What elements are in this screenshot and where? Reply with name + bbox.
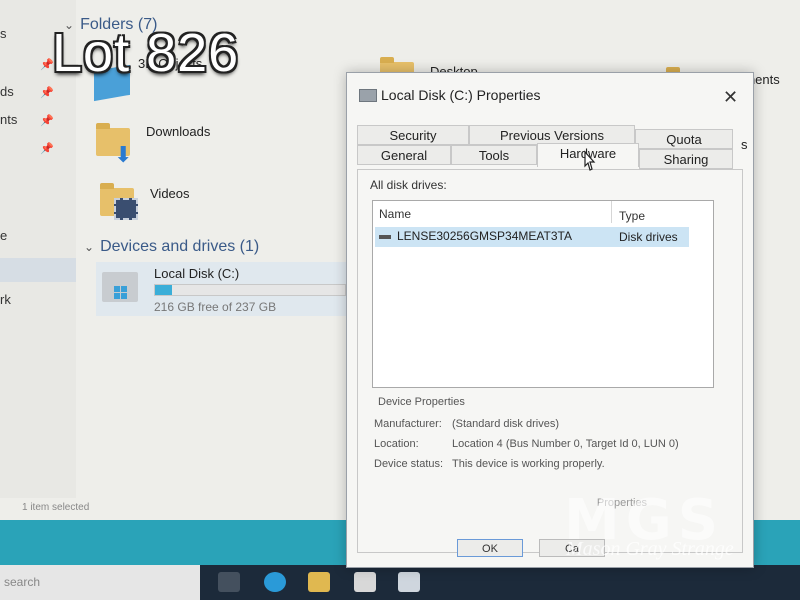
pin-icon[interactable]: 📌 <box>40 114 54 127</box>
tab-fragment: s <box>741 137 748 152</box>
store-icon[interactable] <box>354 572 376 592</box>
tab-quota[interactable]: Quota <box>635 129 733 149</box>
column-separator[interactable] <box>611 201 612 223</box>
ok-button[interactable]: OK <box>457 539 523 557</box>
drive-usage-fill <box>155 285 173 295</box>
nav-item[interactable]: ds <box>0 84 14 99</box>
tab-general[interactable]: General <box>357 145 451 165</box>
close-button[interactable]: ✕ <box>723 87 738 108</box>
pin-icon[interactable]: 📌 <box>40 86 54 99</box>
drive-tile-local-disk[interactable]: Local Disk (C:) 216 GB free of 237 GB <box>96 262 346 316</box>
folder-downloads[interactable]: ⬇ <box>94 118 138 167</box>
manufacturer-label: Manufacturer: <box>374 418 442 430</box>
windows-logo-icon <box>114 286 128 300</box>
drive-name: Local Disk (C:) <box>154 266 240 281</box>
drive-icon <box>359 89 377 102</box>
lot-number-label: Lot 826 <box>52 23 240 83</box>
task-view-icon[interactable] <box>218 572 240 592</box>
search-placeholder: search <box>4 575 41 589</box>
arrow-down-icon: ⬇ <box>114 142 133 167</box>
tab-previous-versions[interactable]: Previous Versions <box>469 125 635 145</box>
film-icon <box>114 198 138 220</box>
tab-security[interactable]: Security <box>357 125 469 145</box>
column-header-type[interactable]: Type <box>619 209 645 223</box>
nav-item-selected[interactable] <box>0 258 76 282</box>
disk-drives-list[interactable]: Name Type LENSE30256GMSP34MEAT3TA Disk d… <box>372 200 714 388</box>
drive-usage-bar <box>154 284 346 296</box>
column-header-name[interactable]: Name <box>379 207 411 221</box>
status-text: 1 item selected <box>22 502 90 513</box>
nav-item[interactable]: rk <box>0 292 11 307</box>
devices-section-header[interactable]: ⌄ Devices and drives (1) <box>84 238 259 256</box>
list-item[interactable]: LENSE30256GMSP34MEAT3TA Disk drives <box>375 227 689 247</box>
nav-item[interactable]: s <box>0 26 7 41</box>
pin-icon[interactable]: 📌 <box>40 142 54 155</box>
drive-free-text: 216 GB free of 237 GB <box>154 300 277 314</box>
folder-label: Videos <box>150 186 190 201</box>
taskbar-search-input[interactable]: search <box>0 565 200 600</box>
drive-type: Disk drives <box>619 230 678 244</box>
manufacturer-value: (Standard disk drives) <box>452 418 559 430</box>
drive-icon <box>102 272 138 302</box>
mail-icon[interactable] <box>398 572 420 592</box>
mouse-cursor-icon <box>584 150 596 171</box>
all-disk-drives-label: All disk drives: <box>370 178 447 192</box>
mgs-logo-subtitle: Mason Gray Strange <box>566 538 734 560</box>
drive-model-name: LENSE30256GMSP34MEAT3TA <box>397 229 572 243</box>
nav-item[interactable]: e <box>0 228 7 243</box>
chevron-down-icon: ⌄ <box>84 240 95 254</box>
location-value: Location 4 (Bus Number 0, Target Id 0, L… <box>452 438 679 450</box>
tab-tools[interactable]: Tools <box>451 145 537 165</box>
dialog-title: Local Disk (C:) Properties <box>381 87 541 103</box>
file-explorer-icon[interactable] <box>308 572 330 592</box>
folder-label: Downloads <box>146 124 211 139</box>
device-status-label: Device status: <box>374 458 444 470</box>
device-status-value: This device is working properly. <box>452 458 605 470</box>
disk-drive-icon <box>379 235 391 239</box>
edge-browser-icon[interactable] <box>264 572 286 592</box>
location-label: Location: <box>374 438 419 450</box>
device-properties-heading: Device Properties <box>378 396 465 408</box>
nav-item[interactable]: nts <box>0 112 17 127</box>
tab-sharing[interactable]: Sharing <box>639 149 733 169</box>
folder-videos[interactable] <box>100 180 140 224</box>
